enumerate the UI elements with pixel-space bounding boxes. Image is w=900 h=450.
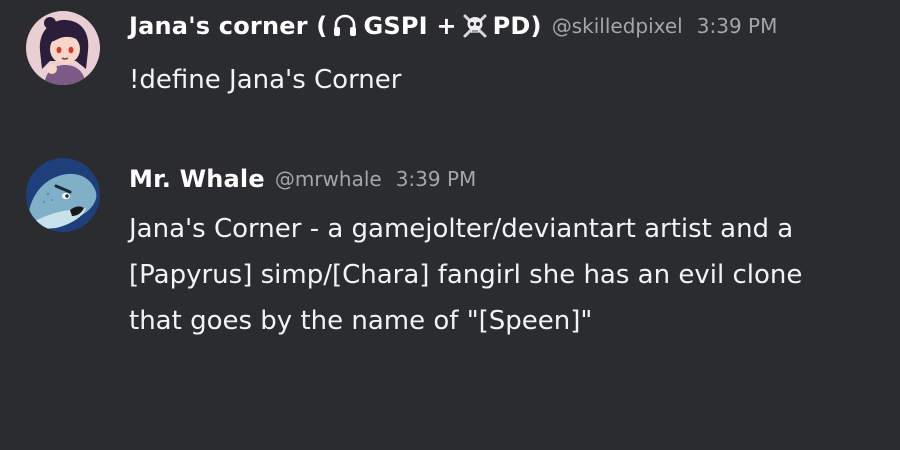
whale-avatar-icon <box>26 158 100 232</box>
skull-crossbones-icon <box>461 12 489 40</box>
username[interactable]: Jana's corner ( GSPI + PD) <box>129 12 542 40</box>
message-header: Mr. Whale @mrwhale 3:39 PM <box>129 159 476 199</box>
message-content: !define Jana's Corner <box>129 65 402 95</box>
user-handle[interactable]: @mrwhale <box>275 167 382 191</box>
username-text: PD) <box>492 12 542 40</box>
user-handle[interactable]: @skilledpixel <box>552 14 683 38</box>
message-header: Jana's corner ( GSPI + PD) @skilledpixel… <box>129 6 777 46</box>
avatar[interactable] <box>26 11 100 85</box>
headphones-icon <box>331 12 359 40</box>
username-text: GSPI + <box>363 12 457 40</box>
timestamp: 3:39 PM <box>696 14 778 38</box>
avatar[interactable] <box>26 158 100 232</box>
timestamp: 3:39 PM <box>395 167 477 191</box>
username[interactable]: Mr. Whale <box>129 165 265 193</box>
chat-log: Jana's corner ( GSPI + PD) @skilledpixel… <box>0 0 900 450</box>
message-content: Jana's Corner - a gamejolter/deviantart … <box>129 214 803 336</box>
username-text: Jana's corner ( <box>129 12 328 40</box>
cartoon-girl-avatar-icon <box>26 11 100 85</box>
